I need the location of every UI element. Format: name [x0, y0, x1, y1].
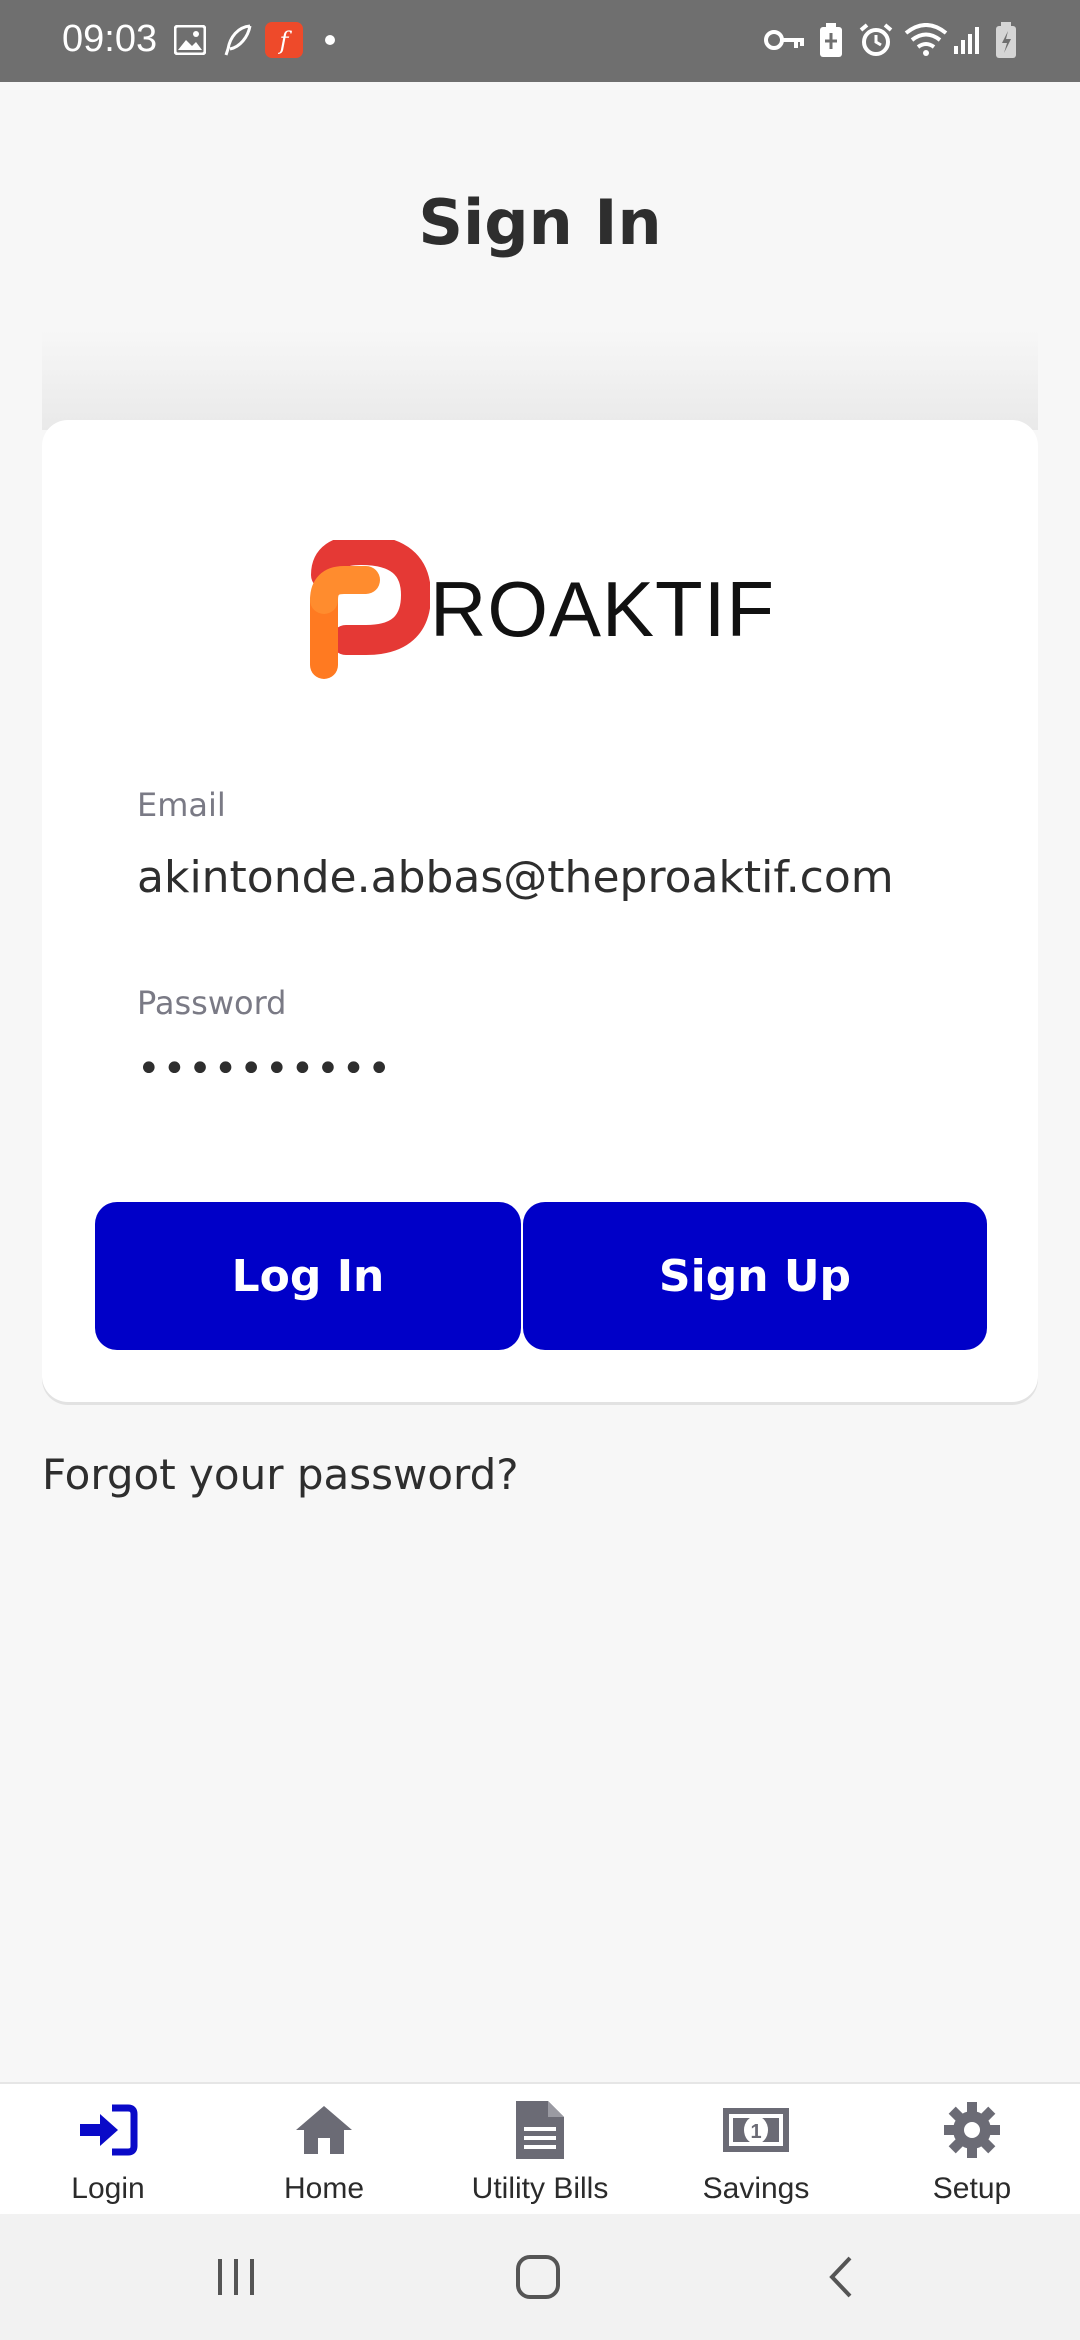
logo-text: ROAKTIF [430, 565, 776, 653]
feather-icon [222, 20, 254, 60]
nav-label-setup: Setup [932, 2172, 1012, 2205]
svg-text:1: 1 [750, 2121, 761, 2143]
nav-item-login[interactable]: Login [0, 2084, 216, 2216]
back-icon[interactable] [812, 2252, 872, 2302]
proaktif-logo: ROAKTIF [306, 540, 786, 690]
card-shadow [42, 330, 1038, 430]
signal-icon [952, 20, 984, 60]
bottom-nav: Login Home Utility Bills 1 Savings Setup [0, 2082, 1080, 2214]
vpn-key-icon [764, 20, 806, 60]
nav-label-login: Login [71, 2172, 145, 2205]
home-icon [289, 2100, 359, 2160]
nav-label-savings: Savings [702, 2172, 810, 2205]
wifi-icon [904, 20, 948, 60]
recents-icon[interactable] [206, 2252, 266, 2302]
status-time: 09:03 [62, 18, 158, 60]
image-icon [174, 20, 206, 60]
nav-item-home[interactable]: Home [216, 2084, 432, 2216]
email-field[interactable] [137, 852, 967, 903]
app-f-icon: f [264, 20, 304, 60]
signup-button[interactable]: Sign Up [523, 1202, 987, 1350]
home-circle-icon[interactable] [508, 2252, 568, 2302]
document-icon [505, 2100, 575, 2160]
status-bar: 09:03 f [0, 0, 1080, 82]
nav-item-setup[interactable]: Setup [864, 2084, 1080, 2216]
gear-icon [937, 2100, 1007, 2160]
battery-icon [994, 20, 1018, 60]
dot-icon [322, 20, 338, 60]
login-button[interactable]: Log In [95, 1202, 521, 1350]
nav-label-utility-bills: Utility Bills [471, 2172, 609, 2205]
alarm-icon [858, 20, 894, 60]
email-label: Email [137, 786, 226, 824]
password-label: Password [137, 984, 287, 1022]
nav-label-home: Home [283, 2172, 365, 2205]
login-icon [73, 2100, 143, 2160]
logo-p-mark [310, 540, 430, 679]
forgot-password-link[interactable]: Forgot your password? [42, 1450, 519, 1499]
battery-saver-icon [818, 20, 844, 60]
nav-item-utility-bills[interactable]: Utility Bills [432, 2084, 648, 2216]
system-nav [0, 2214, 1080, 2340]
money-icon: 1 [721, 2100, 791, 2160]
password-field[interactable]: •••••••••• [137, 1046, 967, 1092]
page-title: Sign In [418, 186, 662, 259]
nav-item-savings[interactable]: 1 Savings [648, 2084, 864, 2216]
